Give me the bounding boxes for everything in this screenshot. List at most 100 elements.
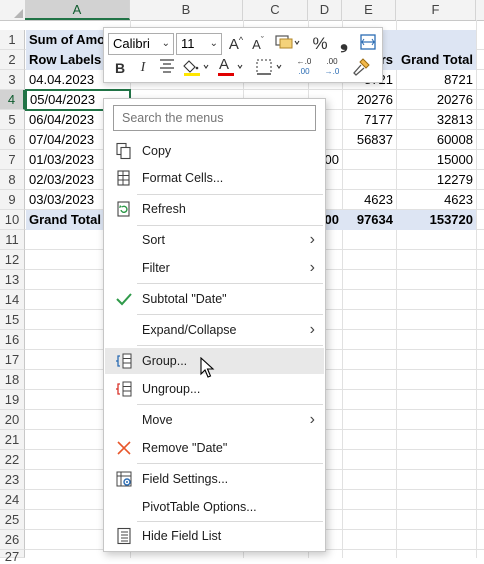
menu-item-field-settings[interactable]: Field Settings... — [105, 466, 324, 492]
row-header-14[interactable]: 14 — [0, 290, 25, 310]
column-header-e[interactable]: E — [342, 0, 396, 20]
row-header-12[interactable]: 12 — [0, 250, 25, 270]
format-painter-button[interactable] — [350, 57, 374, 79]
copy-icon — [116, 142, 131, 160]
italic-button[interactable]: I — [133, 57, 153, 79]
cell-f2[interactable]: Grand Total — [396, 50, 476, 70]
percent-style-button[interactable]: % — [310, 33, 330, 55]
cell-e10[interactable]: 97634 — [342, 210, 396, 230]
row-header-22[interactable]: 22 — [0, 450, 25, 470]
menu-item-hide-field-list[interactable]: Hide Field List — [105, 523, 324, 549]
shrink-font-button[interactable]: Aˇ — [248, 33, 268, 55]
borders-icon — [256, 59, 282, 75]
menu-item-pivottable-options[interactable]: PivotTable Options... — [105, 494, 324, 520]
menu-item-label: Copy — [142, 144, 172, 158]
row-header-10[interactable]: 10 — [0, 210, 25, 230]
submenu-arrow-icon: › — [309, 231, 315, 248]
row-header-27[interactable]: 27 — [0, 550, 25, 564]
menu-item-copy[interactable]: Copy — [105, 138, 324, 164]
row-header-26[interactable]: 26 — [0, 530, 25, 550]
row-header-7[interactable]: 7 — [0, 150, 25, 170]
font-name-value: Calibri — [113, 36, 150, 51]
menu-separator — [137, 521, 323, 522]
cell-e9[interactable]: 4623 — [342, 190, 396, 210]
comma-style-button[interactable]: ❟ — [336, 31, 352, 53]
column-header-f[interactable]: F — [396, 0, 476, 20]
row-header-25[interactable]: 25 — [0, 510, 25, 530]
row-header-1[interactable]: 1 — [0, 30, 25, 50]
menu-item-format-cells[interactable]: Format Cells... — [105, 165, 324, 191]
cell-f5[interactable]: 32813 — [396, 110, 476, 130]
ungroup-icon — [116, 381, 132, 397]
menu-item-label: Move — [142, 413, 173, 427]
cell-f9[interactable]: 4623 — [396, 190, 476, 210]
menu-item-sort[interactable]: Sort › — [105, 227, 324, 253]
font-name-combobox[interactable]: Calibri ⌄ — [108, 33, 174, 55]
bold-button[interactable]: B — [110, 57, 130, 79]
row-header-4[interactable]: 4 — [0, 90, 25, 110]
menu-item-subtotal[interactable]: Subtotal "Date" — [105, 286, 324, 312]
increase-decimal-button[interactable]: .00 →.0 — [320, 57, 344, 79]
row-header-3[interactable]: 3 — [0, 70, 25, 90]
cell-e5[interactable]: 7177 — [342, 110, 396, 130]
row-header-24[interactable]: 24 — [0, 490, 25, 510]
mouse-cursor-icon — [200, 357, 215, 378]
row-header-11[interactable]: 11 — [0, 230, 25, 250]
fill-color-button[interactable] — [182, 57, 212, 79]
select-all-corner[interactable] — [0, 0, 26, 20]
format-painter-icon — [353, 58, 370, 76]
menu-item-filter[interactable]: Filter › — [105, 255, 324, 281]
menu-search-input[interactable] — [113, 105, 316, 131]
row-header-9[interactable]: 9 — [0, 190, 25, 210]
font-color-button[interactable]: A — [216, 56, 246, 79]
font-size-combobox[interactable]: 11 ⌄ — [176, 33, 222, 55]
row-header-18[interactable]: 18 — [0, 370, 25, 390]
cell-f4[interactable]: 20276 — [396, 90, 476, 110]
menu-separator — [137, 194, 323, 195]
cell-f6[interactable]: 60008 — [396, 130, 476, 150]
row-header-20[interactable]: 20 — [0, 410, 25, 430]
menu-item-move[interactable]: Move › — [105, 407, 324, 433]
borders-button[interactable] — [254, 57, 286, 79]
font-size-value: 11 — [181, 36, 195, 51]
cell-f7[interactable]: 15000 — [396, 150, 476, 170]
column-header-a[interactable]: A — [25, 0, 130, 20]
column-header-c[interactable]: C — [243, 0, 308, 20]
row-header-2[interactable]: 2 — [0, 50, 25, 70]
row-header-5[interactable]: 5 — [0, 110, 25, 130]
row-header-19[interactable]: 19 — [0, 390, 25, 410]
row-header-21[interactable]: 21 — [0, 430, 25, 450]
menu-item-refresh[interactable]: Refresh — [105, 196, 324, 222]
column-header-b[interactable]: B — [130, 0, 243, 20]
cell-f10[interactable]: 153720 — [396, 210, 476, 230]
field-settings-icon — [116, 471, 132, 487]
decrease-decimal-button[interactable]: ←.0 .00 — [292, 57, 316, 79]
accounting-format-button[interactable] — [272, 33, 302, 55]
row-header-16[interactable]: 16 — [0, 330, 25, 350]
cell-f8[interactable]: 12279 — [396, 170, 476, 190]
menu-item-ungroup[interactable]: Ungroup... — [105, 376, 324, 402]
borders-layout-button[interactable] — [358, 33, 378, 55]
row-header-13[interactable]: 13 — [0, 270, 25, 290]
menu-item-remove[interactable]: Remove "Date" — [105, 435, 324, 461]
increase-decimal-icon: .00 — [326, 57, 338, 66]
menu-separator — [137, 345, 323, 346]
row-header-23[interactable]: 23 — [0, 470, 25, 490]
column-header-d[interactable]: D — [308, 0, 342, 20]
row-header-15[interactable]: 15 — [0, 310, 25, 330]
cell-e4[interactable]: 20276 — [342, 90, 396, 110]
cell-e6[interactable]: 56837 — [342, 130, 396, 150]
field-list-icon — [117, 527, 131, 545]
align-center-icon — [160, 59, 174, 73]
menu-item-expand-collapse[interactable]: Expand/Collapse › — [105, 317, 324, 343]
cell-f3[interactable]: 8721 — [396, 70, 476, 90]
grow-font-button[interactable]: A^ — [226, 33, 246, 55]
row-header-17[interactable]: 17 — [0, 350, 25, 370]
align-center-button[interactable] — [156, 57, 178, 79]
menu-item-label: Sort — [142, 233, 165, 247]
row-header-6[interactable]: 6 — [0, 130, 25, 150]
menu-item-label: Group... — [142, 354, 188, 368]
group-icon — [116, 353, 132, 369]
row-header-8[interactable]: 8 — [0, 170, 25, 190]
menu-separator — [137, 314, 323, 315]
